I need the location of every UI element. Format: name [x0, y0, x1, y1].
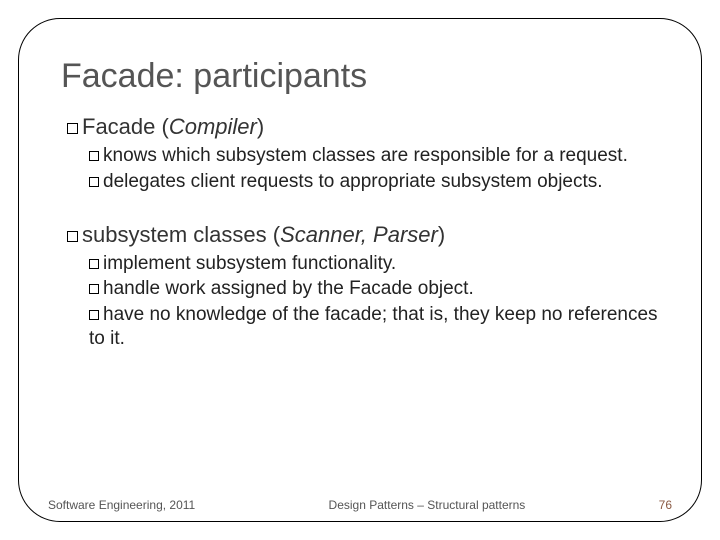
footer-page-number: 76 — [659, 498, 672, 512]
footer-left: Software Engineering, 2011 — [48, 498, 195, 512]
sub-bullet: implement subsystem functionality. — [89, 252, 659, 276]
footer-center: Design Patterns – Structural patterns — [195, 498, 658, 512]
section-label: Facade — [82, 114, 155, 139]
sub-bullet: have no knowledge of the facade; that is… — [89, 303, 659, 351]
square-bullet-icon — [67, 123, 78, 134]
sub-bullet-text: delegates client requests to appropriate… — [103, 171, 603, 192]
square-bullet-icon — [89, 310, 99, 320]
slide-footer: Software Engineering, 2011 Design Patter… — [48, 498, 672, 512]
sub-bullet-text: knows which subsystem classes are respon… — [103, 145, 628, 166]
slide-title: Facade: participants — [61, 57, 659, 96]
section-label: subsystem classes — [82, 222, 267, 247]
square-bullet-icon — [89, 259, 99, 269]
sub-bullet-text: have no knowledge of the facade; that is… — [89, 304, 658, 349]
sub-bullet: knows which subsystem classes are respon… — [89, 144, 659, 168]
section-heading: subsystem classes (Scanner, Parser) — [67, 222, 659, 248]
square-bullet-icon — [67, 231, 78, 242]
sub-bullet: handle work assigned by the Facade objec… — [89, 277, 659, 301]
sub-bullet-text: handle work assigned by the Facade objec… — [103, 278, 474, 299]
sub-bullet: delegates client requests to appropriate… — [89, 170, 659, 194]
square-bullet-icon — [89, 284, 99, 294]
square-bullet-icon — [89, 151, 99, 161]
sub-bullet-text: implement subsystem functionality. — [103, 253, 396, 274]
square-bullet-icon — [89, 177, 99, 187]
section-heading: Facade (Compiler) — [67, 114, 659, 140]
section-paren: Scanner, Parser — [280, 222, 438, 247]
slide-frame: Facade: participants Facade (Compiler) k… — [18, 18, 702, 522]
section-paren: Compiler — [169, 114, 257, 139]
